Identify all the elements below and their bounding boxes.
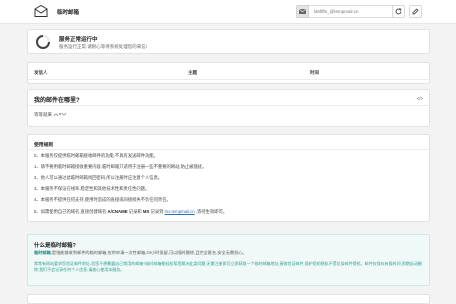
mailbox-button[interactable] xyxy=(296,5,309,18)
usage-rules-card: 使用规则 0、本服务仅提供临时邮箱接收邮件的功能,不具有发送邮件功能。 1、请不… xyxy=(27,134,430,222)
envelope-icon xyxy=(299,9,306,14)
info-description: 常常有网站要求您验证邮件地址,而您不想暴露自己常用的邮箱?临时邮箱能轻松帮您解决… xyxy=(34,261,422,272)
info-definition: 临时邮箱:是指能够收到邮件的临时邮箱,仅供申请一次性邮箱,24小时保留,可以随时… xyxy=(34,250,247,255)
status-subtitle: 服务运行正常,请耐心等待系统处理您的来信! xyxy=(59,44,147,49)
service-status-card: 服务正常运行中 服务运行正常,请耐心等待系统处理您的来信! xyxy=(27,29,430,54)
refresh-button[interactable] xyxy=(392,5,405,18)
site-title: 临时邮箱 xyxy=(57,10,80,16)
where-title: 我的邮件在哪里? xyxy=(34,98,80,104)
column-header-sender: 发信人 xyxy=(34,70,48,75)
mail-logo-icon xyxy=(34,5,48,17)
address-group xyxy=(296,5,398,18)
loading-spinner-icon xyxy=(36,35,50,49)
waiting-animation-icon xyxy=(53,112,67,117)
rule-item: 3、本服务不保证在线率,稳定性和其他技术性和责任性问题。 xyxy=(34,186,150,191)
column-header-subject: 主题 xyxy=(188,70,197,75)
rule-item: 0、本服务仅提供临时邮箱接收邮件的功能,不具有发送邮件功能。 xyxy=(34,153,158,158)
card-divider xyxy=(28,105,429,106)
bottom-card xyxy=(27,294,430,304)
edit-icon xyxy=(412,8,419,15)
card-divider xyxy=(28,149,429,150)
rule-item: 5、如需使用自己的域名,直接创建域名 A/CNAME 记录和 MX 记录到 mx… xyxy=(34,209,228,214)
table-divider xyxy=(28,79,429,80)
waiting-message: 等等就来 xyxy=(34,112,67,118)
mx-domain-link[interactable]: mx.tempmail.cn xyxy=(165,209,195,214)
what-is-temp-mail-card: 什么是临时邮箱? 临时邮箱:是指能够收到邮件的临时邮箱,仅供申请一次性邮箱,24… xyxy=(27,234,430,286)
column-header-time: 时间 xyxy=(310,70,319,75)
mail-table: 发信人 主题 时间 xyxy=(27,62,430,84)
top-header: 临时邮箱 xyxy=(0,0,456,24)
rule-item: 1、请不要用临时邮箱接收重要内容,临时邮箱只适用于注册一些不重要的网站,防止被骚… xyxy=(34,164,207,169)
edit-button[interactable] xyxy=(409,5,422,18)
where-is-mail-card: 我的邮件在哪里? </> 等等就来 xyxy=(27,89,430,127)
info-title: 什么是临时邮箱? xyxy=(34,243,76,249)
refresh-icon xyxy=(395,8,402,15)
waiting-text: 等等就来 xyxy=(34,112,52,117)
status-title: 服务正常运行中 xyxy=(59,37,98,43)
rules-title: 使用规则 xyxy=(34,143,54,148)
code-icon[interactable]: </> xyxy=(416,96,423,101)
email-address-field[interactable] xyxy=(309,5,398,18)
rule-item: 2、他人可以通过此临时邮箱找回密码,所以注册时应注意个人信息。 xyxy=(34,175,163,180)
rule-item: 4、本服务不提供任何支持,使用时造成的直接或间接损失不负任何责任。 xyxy=(34,197,171,202)
